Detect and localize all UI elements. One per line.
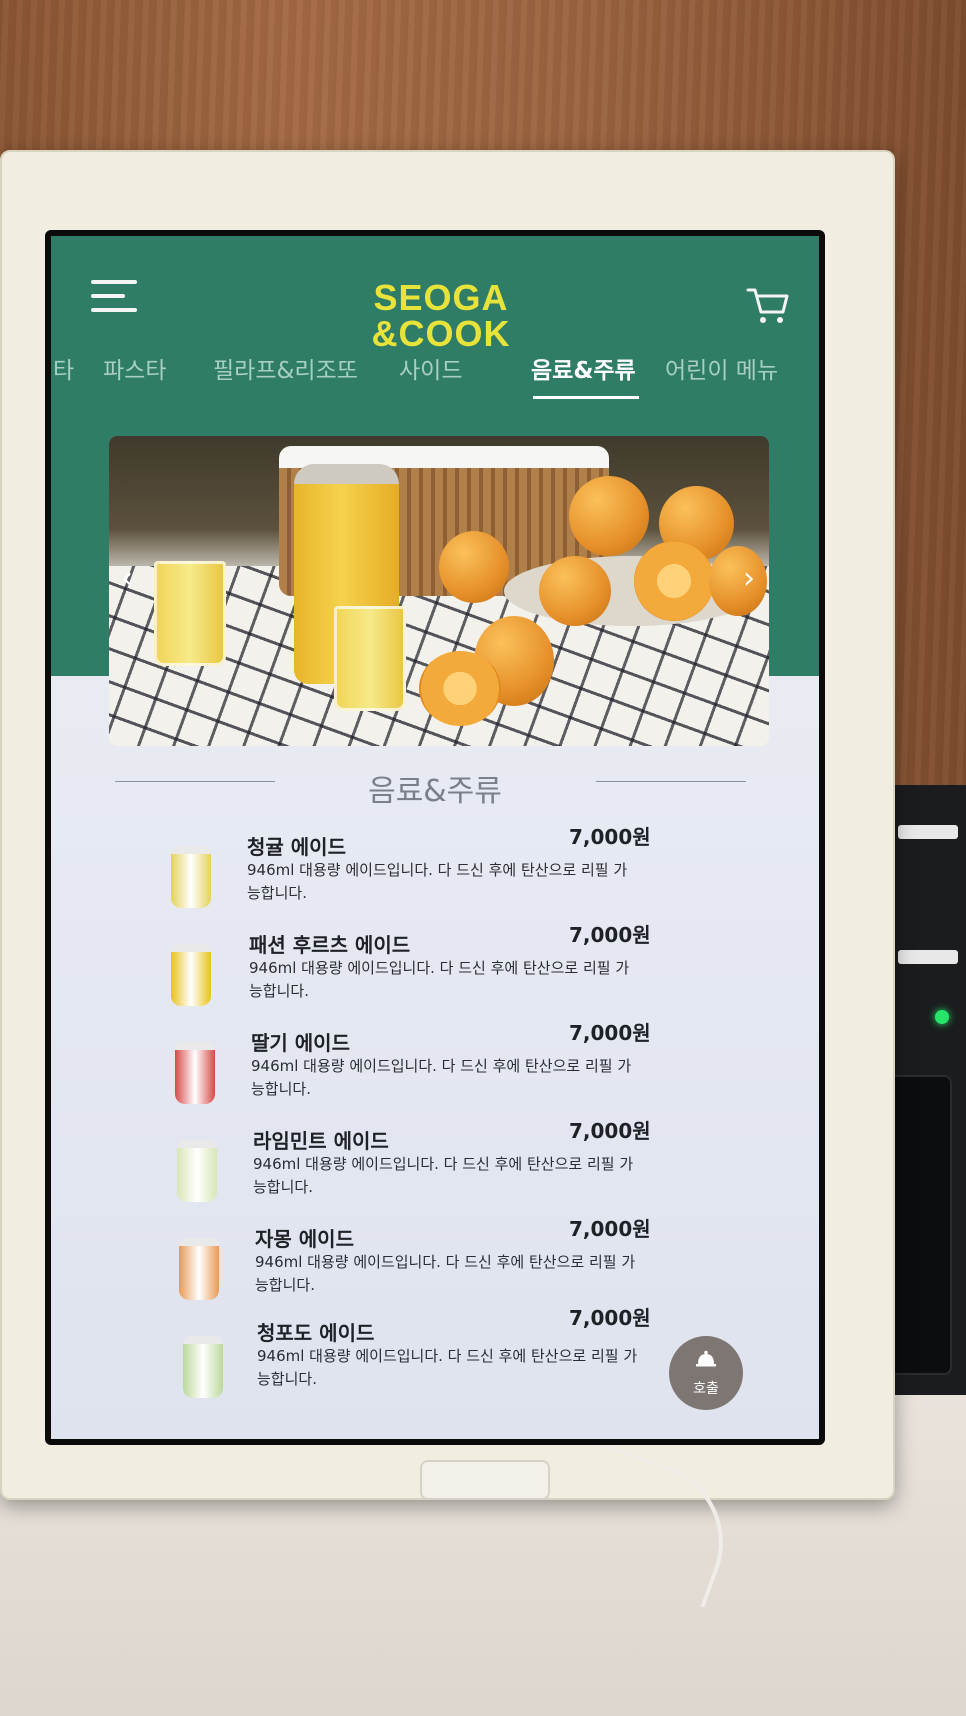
- glass-image: [154, 561, 226, 666]
- item-price: 7,000원: [569, 1119, 651, 1143]
- chevron-left-icon[interactable]: ‹: [115, 561, 139, 596]
- item-description: 946ml 대용량 에이드입니다. 다 드신 후에 탄산으로 리필 가능합니다.: [255, 1253, 636, 1294]
- bell-icon: [695, 1350, 717, 1368]
- item-name: 청포도 에이드: [257, 1321, 375, 1345]
- fruit-half-image: [419, 651, 501, 726]
- category-tabs: 타 파스타 필라프&리조또 사이드 음료&주류 어린이 메뉴: [51, 351, 819, 406]
- logo-line-1: SEOGA: [373, 277, 509, 318]
- item-description: 946ml 대용량 에이드입니다. 다 드신 후에 탄산으로 리필 가능합니다.: [249, 959, 630, 1000]
- kiosk-app: SEOGA &COOK 타 파스타 필라프&리조또 사이드 음료&주류 어린이 …: [51, 236, 819, 1439]
- terminal-slot: [898, 950, 958, 964]
- item-name: 자몽 에이드: [255, 1227, 354, 1251]
- chevron-right-icon[interactable]: ›: [737, 561, 761, 596]
- fruit-image: [539, 556, 611, 626]
- call-staff-button[interactable]: 호출: [669, 1336, 743, 1410]
- tab-side[interactable]: 사이드: [399, 351, 462, 385]
- item-price: 7,000원: [569, 923, 651, 947]
- promo-banner[interactable]: ‹ ›: [109, 436, 769, 746]
- item-name: 패션 후르츠 에이드: [249, 933, 411, 957]
- menu-item-5[interactable]: 자몽 에이드 7,000원 946ml 대용량 에이드입니다. 다 드신 후에 …: [51, 1208, 819, 1300]
- menu-item-2[interactable]: 패션 후르츠 에이드 7,000원 946ml 대용량 에이드입니다. 다 드신…: [51, 914, 819, 1006]
- drink-thumbnail: [179, 1238, 219, 1300]
- drink-thumbnail: [183, 1336, 223, 1398]
- item-description: 946ml 대용량 에이드입니다. 다 드신 후에 탄산으로 리필 가능합니다.: [251, 1057, 632, 1098]
- item-price: 7,000원: [569, 1217, 651, 1241]
- divider-right: [596, 781, 746, 782]
- item-description: 946ml 대용량 에이드입니다. 다 드신 후에 탄산으로 리필 가능합니다.: [257, 1347, 638, 1388]
- tab-partial[interactable]: 타: [53, 351, 74, 385]
- drink-thumbnail: [175, 1042, 215, 1104]
- logo-line-2: &COOK: [371, 313, 511, 354]
- tab-drinks[interactable]: 음료&주류: [531, 351, 636, 385]
- terminal-led: [935, 1010, 949, 1024]
- glass-image: [334, 606, 406, 711]
- section-title: 음료&주류: [368, 774, 502, 809]
- call-label: 호출: [693, 1381, 719, 1397]
- item-description: 946ml 대용량 에이드입니다. 다 드신 후에 탄산으로 리필 가능합니다.: [253, 1155, 634, 1196]
- fruit-image: [439, 531, 509, 603]
- cart-icon[interactable]: [746, 284, 790, 328]
- stand-clip: [420, 1460, 550, 1500]
- drink-thumbnail: [171, 944, 211, 1006]
- logo: SEOGA &COOK: [361, 280, 521, 352]
- menu-item-4[interactable]: 라임민트 에이드 7,000원 946ml 대용량 에이드입니다. 다 드신 후…: [51, 1110, 819, 1202]
- fruit-image: [569, 476, 649, 556]
- drink-thumbnail: [177, 1140, 217, 1202]
- item-name: 라임민트 에이드: [253, 1129, 389, 1153]
- menu-item-3[interactable]: 딸기 에이드 7,000원 946ml 대용량 에이드입니다. 다 드신 후에 …: [51, 1012, 819, 1104]
- fruit-half-image: [634, 541, 714, 621]
- item-price: 7,000원: [569, 825, 651, 849]
- tab-pilaf-risotto[interactable]: 필라프&리조또: [213, 351, 358, 385]
- tab-pasta[interactable]: 파스타: [103, 351, 166, 385]
- item-price: 7,000원: [569, 1306, 651, 1330]
- menu-item-1[interactable]: 청귤 에이드 7,000원 946ml 대용량 에이드입니다. 다 드신 후에 …: [51, 816, 819, 908]
- hamburger-icon[interactable]: [91, 276, 141, 316]
- terminal-slot: [898, 825, 958, 839]
- item-price: 7,000원: [569, 1021, 651, 1045]
- item-description: 946ml 대용량 에이드입니다. 다 드신 후에 탄산으로 리필 가능합니다.: [247, 861, 628, 902]
- tablet-screen: SEOGA &COOK 타 파스타 필라프&리조또 사이드 음료&주류 어린이 …: [45, 230, 825, 1445]
- drink-thumbnail: [171, 846, 211, 908]
- active-tab-indicator: [533, 396, 639, 399]
- item-name: 딸기 에이드: [251, 1031, 350, 1055]
- tab-kids-menu[interactable]: 어린이 메뉴: [665, 351, 778, 385]
- item-name: 청귤 에이드: [247, 835, 346, 859]
